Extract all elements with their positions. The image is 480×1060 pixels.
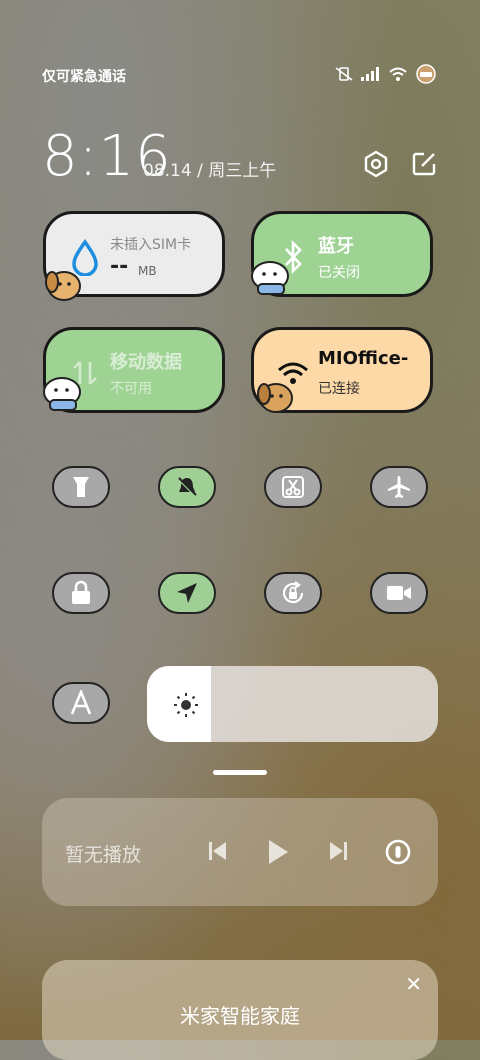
bluetooth-tile[interactable]: 蓝牙 已关闭 bbox=[251, 211, 433, 297]
screenshot-toggle[interactable] bbox=[256, 462, 330, 512]
next-icon[interactable] bbox=[328, 838, 350, 864]
status-icons bbox=[334, 64, 438, 84]
date-label: 08.14 / 周三上午 bbox=[143, 161, 277, 181]
settings-icon[interactable] bbox=[362, 150, 390, 178]
carrier-text: 仅可紧急通话 bbox=[42, 69, 126, 85]
vibrate-off-icon bbox=[335, 67, 353, 81]
signal-icon bbox=[361, 67, 379, 81]
wifi-status-icon bbox=[389, 67, 407, 81]
bluetooth-title: 蓝牙 bbox=[318, 236, 354, 257]
sim-data-tile[interactable]: 未插入SIM卡 -- MB bbox=[43, 211, 225, 301]
previous-icon[interactable] bbox=[206, 838, 228, 864]
sim-title: 未插入SIM卡 bbox=[110, 237, 192, 253]
scissors-icon bbox=[282, 476, 304, 498]
flashlight-icon bbox=[73, 477, 89, 497]
close-icon[interactable]: ✕ bbox=[405, 972, 422, 996]
puppy-sticker-icon bbox=[45, 271, 81, 301]
media-placeholder: 暂无播放 bbox=[65, 844, 142, 866]
lock-toggle[interactable] bbox=[44, 568, 118, 618]
airplane-toggle[interactable] bbox=[362, 462, 436, 512]
flashlight-toggle[interactable] bbox=[44, 462, 118, 512]
rotation-lock-toggle[interactable] bbox=[256, 568, 330, 618]
location-arrow-icon bbox=[177, 583, 197, 603]
puppy-sticker-icon bbox=[257, 383, 293, 413]
mobile-data-tile[interactable]: 移动数据 不可用 bbox=[43, 327, 225, 413]
wifi-title: MIOffice- bbox=[318, 348, 409, 369]
panel-grabber[interactable] bbox=[213, 770, 267, 775]
brightness-slider[interactable] bbox=[147, 666, 438, 742]
mobile-data-title: 移动数据 bbox=[110, 352, 182, 373]
play-icon[interactable] bbox=[266, 838, 290, 866]
sun-icon bbox=[174, 693, 198, 717]
sim-unit: MB bbox=[138, 264, 157, 278]
rotation-lock-icon bbox=[282, 581, 304, 604]
lock-icon bbox=[72, 580, 90, 604]
dog-sticker-icon bbox=[251, 261, 289, 295]
letter-a-icon bbox=[70, 690, 92, 715]
wifi-status: 已连接 bbox=[318, 381, 360, 397]
wifi-tile[interactable]: MIOffice- 已连接 bbox=[251, 327, 433, 413]
smart-home-title: 米家智能家庭 bbox=[180, 1004, 300, 1028]
airplane-icon bbox=[388, 476, 410, 498]
media-card: 暂无播放 bbox=[42, 798, 438, 906]
bell-off-icon bbox=[176, 476, 198, 498]
video-camera-icon bbox=[387, 586, 411, 600]
bluetooth-status: 已关闭 bbox=[318, 265, 360, 281]
dog-sticker-icon bbox=[43, 377, 81, 411]
smart-home-card[interactable]: ✕ 米家智能家庭 bbox=[42, 960, 438, 1060]
battery-icon bbox=[416, 64, 436, 84]
location-toggle[interactable] bbox=[150, 568, 224, 618]
mobile-data-status: 不可用 bbox=[110, 381, 152, 397]
mute-toggle[interactable] bbox=[150, 462, 224, 512]
edit-icon[interactable] bbox=[410, 150, 438, 178]
audio-output-icon[interactable] bbox=[384, 838, 412, 866]
auto-text-toggle[interactable] bbox=[44, 678, 118, 728]
sim-value: -- bbox=[110, 254, 129, 279]
screen-record-toggle[interactable] bbox=[362, 568, 436, 618]
status-bar: 仅可紧急通话 bbox=[42, 64, 438, 88]
